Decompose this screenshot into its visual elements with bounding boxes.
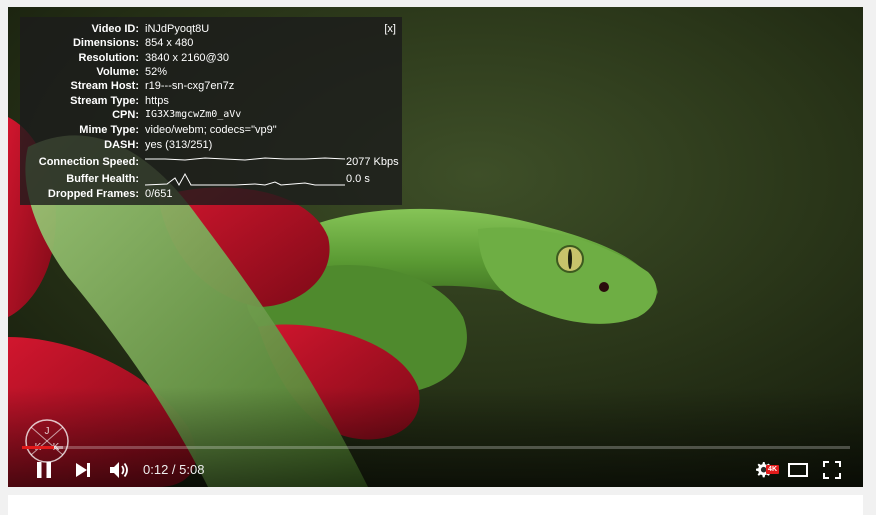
stat-value: 2077 Kbps [346, 156, 399, 168]
connection-speed-graph [145, 157, 345, 161]
stat-label: Stream Type: [70, 95, 139, 107]
volume-button[interactable] [106, 453, 134, 487]
stat-label: Stream Host: [70, 80, 139, 92]
stat-value: yes (313/251) [145, 139, 213, 151]
stat-value: 3840 x 2160@30 [145, 52, 229, 64]
volume-icon [110, 462, 128, 478]
buffer-health-graph [145, 172, 345, 186]
quality-badge: 4K [766, 465, 779, 474]
control-bar: 0:12 / 5:08 4K [8, 453, 863, 487]
below-player-panel [8, 495, 863, 515]
stat-label: Resolution: [78, 52, 140, 64]
stat-label: DASH: [104, 139, 139, 151]
stat-label: Video ID: [91, 23, 139, 35]
fullscreen-button[interactable] [818, 453, 846, 487]
stats-close-button[interactable]: [x] [384, 23, 396, 35]
next-icon [76, 463, 90, 477]
theater-mode-button[interactable] [784, 453, 812, 487]
progress-loaded [54, 446, 64, 449]
stat-value: 0.0 s [346, 173, 370, 185]
stat-label: CPN: [112, 109, 139, 121]
time-display: 0:12 / 5:08 [143, 462, 205, 477]
stat-value: iNJdPyoqt8U [145, 23, 210, 35]
stat-value: r19---sn-cxg7en7z [145, 80, 235, 92]
stat-value: 52% [145, 66, 168, 78]
progress-played [22, 446, 55, 449]
stat-value: IG3X3mgcwZm0_aVv [145, 109, 242, 120]
stat-label: Dropped Frames: [47, 188, 139, 200]
settings-button[interactable]: 4K [750, 453, 779, 487]
fullscreen-icon [823, 461, 841, 479]
stat-label: Dimensions: [72, 37, 139, 49]
video-player[interactable]: [x] Video ID: iNJdPyoqt8U Dimensions: 85… [8, 7, 863, 487]
stat-label: Mime Type: [79, 124, 139, 136]
stat-value: 854 x 480 [145, 37, 194, 49]
progress-bar[interactable] [22, 446, 850, 449]
stat-label: Connection Speed: [38, 156, 139, 168]
theater-mode-icon [788, 463, 808, 477]
stat-value: https [145, 95, 169, 107]
play-pause-button[interactable] [30, 453, 58, 487]
stats-for-nerds-panel: [x] Video ID: iNJdPyoqt8U Dimensions: 85… [20, 17, 402, 205]
logo-letter: J [45, 426, 50, 437]
stat-value: 0/651 [145, 188, 173, 200]
stat-value: video/webm; codecs="vp9" [145, 124, 277, 136]
stat-label: Volume: [96, 66, 139, 78]
next-button[interactable] [70, 453, 96, 487]
stat-label: Buffer Health: [66, 173, 139, 185]
pause-icon [37, 462, 51, 478]
